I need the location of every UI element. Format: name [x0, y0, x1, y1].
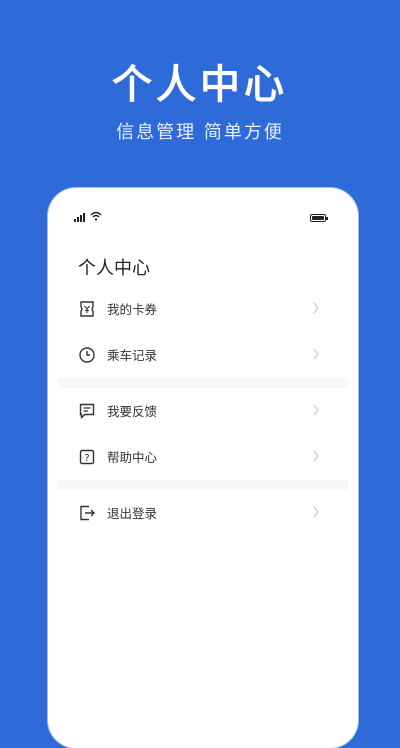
menu-item-feedback[interactable]: 我要反馈: [48, 388, 358, 434]
chevron-right-icon: [313, 404, 319, 416]
menu-item-logout[interactable]: 退出登录: [48, 490, 358, 536]
chevron-right-icon: [313, 348, 319, 360]
menu-item-help[interactable]: ? 帮助中心: [48, 434, 358, 480]
menu-item-coupons[interactable]: 我的卡券: [48, 286, 358, 332]
status-bar: [48, 188, 358, 228]
help-icon: ?: [79, 449, 95, 465]
signal-icon: [74, 213, 85, 222]
wifi-icon: [90, 211, 102, 221]
menu-item-label: 我的卡券: [107, 302, 158, 317]
group-divider: [58, 480, 348, 490]
phone-mockup: 个人中心 我的卡券 乘车记录 我要反馈 ? 帮助中心 退出登录: [48, 188, 358, 748]
battery-icon: [310, 214, 328, 222]
group-divider: [58, 378, 348, 388]
clock-icon: [79, 347, 95, 363]
svg-text:?: ?: [84, 453, 89, 464]
page-title: 个人中心: [78, 258, 150, 279]
chevron-right-icon: [313, 450, 319, 462]
menu-item-label: 帮助中心: [107, 450, 158, 465]
promo-subtitle: 信息管理 简单方便: [116, 122, 284, 143]
menu-item-label: 退出登录: [107, 506, 158, 521]
menu-item-ride-history[interactable]: 乘车记录: [48, 332, 358, 378]
chevron-right-icon: [313, 506, 319, 518]
menu-item-label: 乘车记录: [107, 348, 158, 363]
menu-list: 我的卡券 乘车记录 我要反馈 ? 帮助中心 退出登录: [48, 286, 358, 536]
promo-title: 个人中心: [112, 62, 288, 108]
feedback-icon: [79, 403, 95, 420]
coupon-icon: [80, 301, 94, 317]
chevron-right-icon: [313, 302, 319, 314]
logout-icon: [80, 505, 95, 521]
menu-item-label: 我要反馈: [107, 404, 158, 419]
